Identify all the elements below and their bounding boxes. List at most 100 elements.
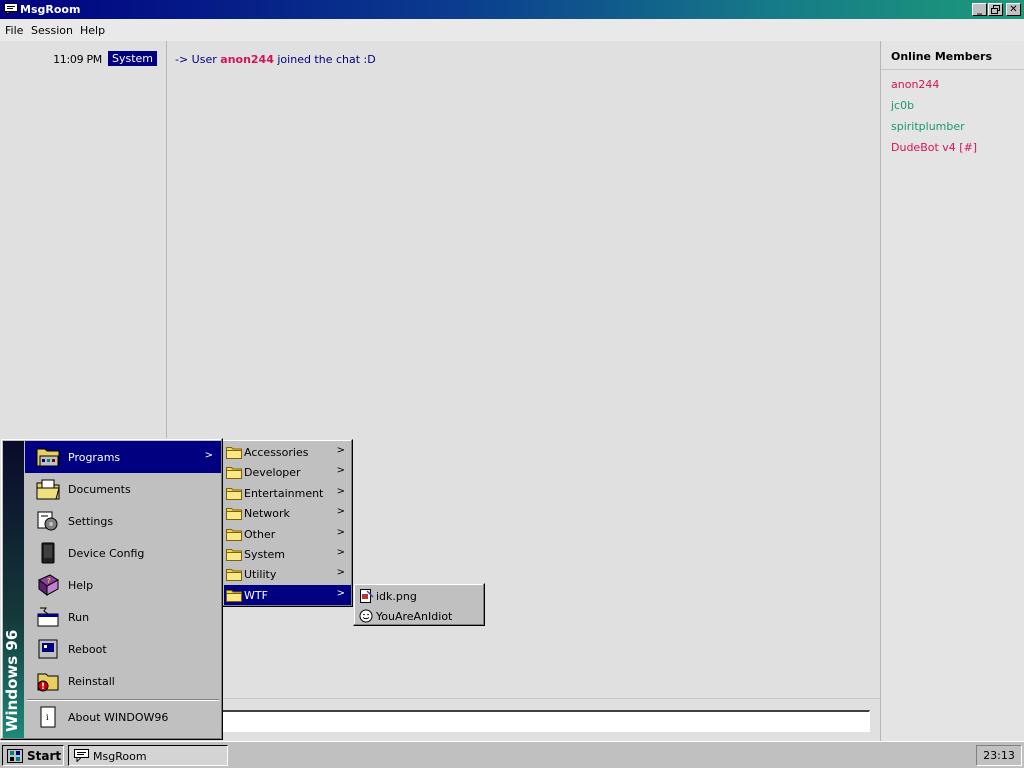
start-item-programs[interactable]: Programs > xyxy=(25,441,221,473)
folder-icon xyxy=(226,447,242,459)
menu-help[interactable]: Help xyxy=(80,24,105,37)
start-item-label: Documents xyxy=(68,483,131,496)
programs-item-accessories[interactable]: Accessories > xyxy=(224,442,351,462)
start-item-label: Reboot xyxy=(68,643,107,656)
message-suffix: joined the chat :D xyxy=(277,53,376,66)
start-item-label: Programs xyxy=(68,451,121,464)
svg-text:?: ? xyxy=(47,577,51,585)
chat-app-icon xyxy=(74,749,89,762)
maximize-button[interactable] xyxy=(988,3,1003,16)
chevron-right-icon: > xyxy=(336,485,345,497)
member-item[interactable]: spiritplumber xyxy=(891,120,965,133)
start-item-documents[interactable]: Documents xyxy=(25,473,221,505)
member-item[interactable]: anon244 xyxy=(891,78,939,91)
start-logo-icon xyxy=(7,749,23,763)
start-menu-brand: Windows 96 xyxy=(3,629,21,732)
chevron-right-icon: > xyxy=(336,547,345,558)
programs-item-entertainment[interactable]: Entertainment > xyxy=(224,483,351,503)
reboot-icon xyxy=(38,639,58,659)
chevron-right-icon: > xyxy=(204,450,213,461)
taskbar-item-label: MsgRoom xyxy=(93,750,147,763)
chevron-right-icon: > xyxy=(336,587,345,599)
documents-icon xyxy=(36,479,60,500)
menu-bar: File Session Help xyxy=(0,19,1024,41)
chat-message: -> User anon244 joined the chat :D xyxy=(175,53,376,66)
start-item-label: About WINDOW96 xyxy=(68,711,169,724)
programs-item-label: Other xyxy=(244,527,276,541)
menu-session[interactable]: Session xyxy=(31,24,73,37)
programs-item-label: Developer xyxy=(244,466,301,480)
start-button[interactable]: Start xyxy=(2,745,64,766)
members-title: Online Members xyxy=(891,50,993,63)
programs-submenu: Accessories > Developer > Entertainment > Netw… xyxy=(221,439,353,607)
start-item-label: Device Config xyxy=(68,547,145,560)
folder-icon xyxy=(226,549,242,561)
taskbar-clock: 23:13 xyxy=(976,745,1022,766)
chevron-right-icon: > xyxy=(336,567,345,579)
svg-text:i: i xyxy=(46,713,49,722)
programs-item-label: WTF xyxy=(244,588,268,602)
start-item-label: Reinstall xyxy=(68,675,115,688)
taskbar-item-msgroom[interactable]: MsgRoom xyxy=(68,745,228,766)
start-item-run[interactable]: Run xyxy=(25,601,221,633)
start-item-label: Help xyxy=(68,579,94,592)
programs-item-label: Entertainment xyxy=(244,486,324,500)
menu-file[interactable]: File xyxy=(5,24,23,37)
programs-item-label: System xyxy=(244,548,286,561)
chevron-right-icon: > xyxy=(336,465,345,477)
start-item-reboot[interactable]: Reboot xyxy=(25,633,221,665)
programs-item-label: Accessories xyxy=(244,446,309,459)
start-item-reinstall[interactable]: Reinstall xyxy=(25,665,221,697)
taskbar: Start MsgRoom 23:13 xyxy=(0,741,1024,768)
folder-icon xyxy=(226,569,242,582)
message-time: 11:09 PM xyxy=(53,53,102,66)
folder-icon xyxy=(226,467,242,480)
start-menu-brand-strip: Windows 96 xyxy=(3,441,24,738)
members-panel: Online Members anon244 jc0b spiritplumbe… xyxy=(880,41,1024,741)
programs-item-utility[interactable]: Utility > xyxy=(224,564,351,584)
programs-item-wtf[interactable]: WTF > xyxy=(224,584,351,605)
programs-icon xyxy=(36,448,60,467)
close-button[interactable]: ✕ xyxy=(1006,3,1021,16)
wtf-submenu: idk.png YouAreAnIdiot xyxy=(353,583,485,626)
reinstall-icon xyxy=(37,673,59,692)
run-icon xyxy=(37,607,59,627)
chevron-right-icon: > xyxy=(336,526,345,538)
start-item-help[interactable]: ? Help xyxy=(25,569,221,601)
help-book-icon: ? xyxy=(38,574,59,596)
message-user[interactable]: anon244 xyxy=(220,53,274,66)
start-menu: Windows 96 Programs > Documents Settings xyxy=(0,438,223,740)
start-item-about[interactable]: i About WINDOW96 xyxy=(25,701,221,733)
minimize-button[interactable]: _ xyxy=(972,3,987,16)
programs-item-label: Network xyxy=(244,507,290,521)
folder-icon xyxy=(226,528,242,541)
folder-icon xyxy=(226,589,242,602)
wtf-item-label: YouAreAnIdiot xyxy=(376,610,453,623)
image-file-icon xyxy=(360,589,374,603)
sender-badge: System xyxy=(108,51,158,66)
members-divider xyxy=(881,69,1024,70)
wtf-item-youareanidiot[interactable]: YouAreAnIdiot xyxy=(356,606,483,626)
wtf-item-idk-png[interactable]: idk.png xyxy=(356,586,483,606)
wtf-item-label: idk.png xyxy=(376,590,417,603)
programs-item-label: Utility xyxy=(244,568,277,582)
chevron-right-icon: > xyxy=(336,445,345,456)
start-item-device-config[interactable]: Device Config xyxy=(25,537,221,569)
folder-icon xyxy=(226,487,242,500)
start-item-settings[interactable]: Settings xyxy=(25,505,221,537)
member-item[interactable]: jc0b xyxy=(891,99,914,112)
programs-item-developer[interactable]: Developer > xyxy=(224,462,351,482)
settings-icon xyxy=(37,511,58,531)
chat-app-icon xyxy=(4,3,18,15)
programs-item-network[interactable]: Network > xyxy=(224,503,351,523)
member-item[interactable]: DudeBot v4 [#] xyxy=(891,141,977,154)
title-bar[interactable]: MsgRoom _ ✕ xyxy=(0,0,1024,19)
programs-item-system[interactable]: System > xyxy=(224,544,351,564)
start-button-label: Start xyxy=(27,749,62,763)
message-prefix: -> User xyxy=(175,53,217,66)
start-item-label: Run xyxy=(68,611,90,624)
restore-icon xyxy=(991,5,1000,14)
programs-item-other[interactable]: Other > xyxy=(224,524,351,544)
device-icon xyxy=(41,542,55,564)
chevron-right-icon: > xyxy=(336,506,345,518)
